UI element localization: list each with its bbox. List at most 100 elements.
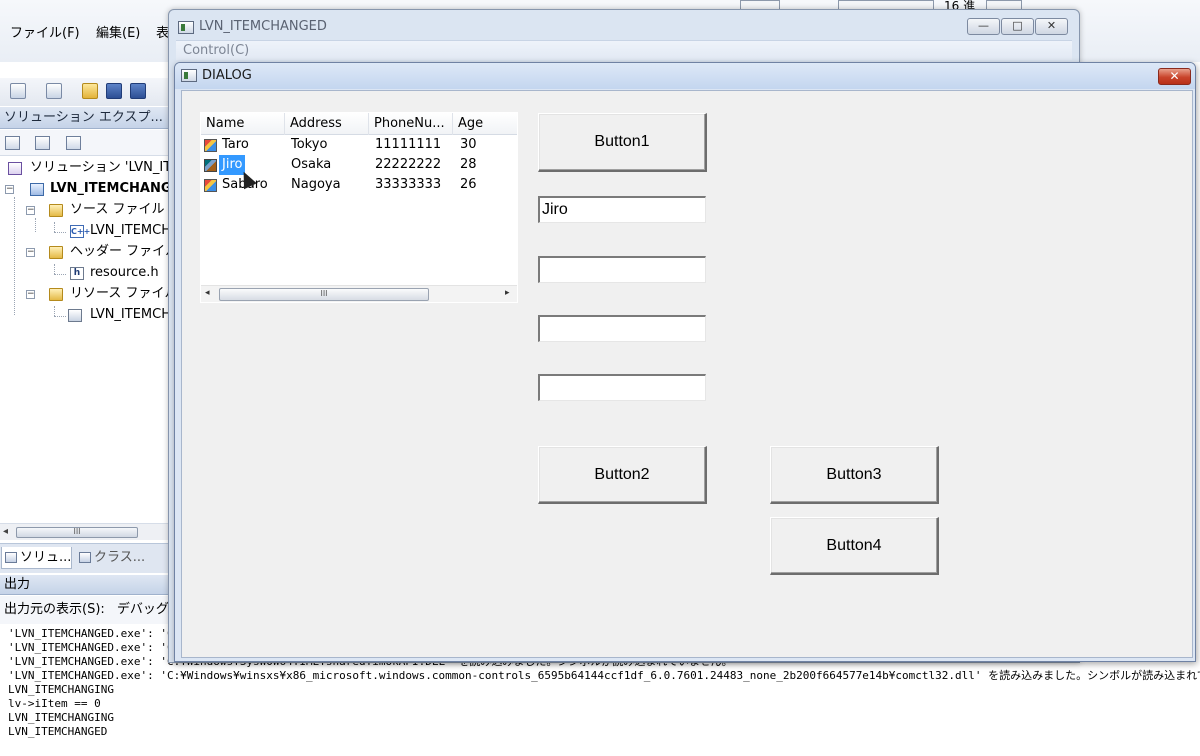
- solution-explorer-toolbar: [0, 130, 170, 156]
- scroll-left-arrow-icon[interactable]: ◂: [3, 526, 8, 537]
- cell-address: Tokyo: [291, 137, 328, 152]
- cell-phone: 11111111: [375, 137, 442, 152]
- list-item-icon: [204, 179, 217, 192]
- tree-connector: [35, 218, 36, 232]
- tree-item-source-files[interactable]: ソース ファイル: [70, 200, 164, 220]
- tree-item-project[interactable]: LVN_ITEMCHANG: [50, 179, 172, 199]
- add-item-icon[interactable]: [46, 83, 62, 99]
- collapse-icon[interactable]: −: [26, 290, 35, 299]
- button2[interactable]: Button2: [538, 446, 707, 504]
- collapse-icon[interactable]: −: [26, 248, 35, 257]
- maximize-button[interactable]: □: [1001, 18, 1034, 35]
- project-icon: [30, 183, 44, 196]
- solution-horizontal-scrollbar[interactable]: ◂ III: [0, 523, 170, 540]
- dialog-icon: [181, 69, 197, 82]
- dialog-title: DIALOG: [202, 68, 252, 83]
- tree-connector: [54, 222, 55, 232]
- tree-connector: [54, 232, 66, 233]
- dialog-titlebar[interactable]: [175, 63, 1195, 89]
- cell-age: 26: [460, 177, 477, 192]
- tab-label: クラス...: [94, 550, 146, 565]
- new-project-icon[interactable]: [10, 83, 26, 99]
- list-item-icon: [204, 159, 217, 172]
- tree-connector: [54, 264, 55, 274]
- scroll-left-arrow-icon[interactable]: ◂: [205, 288, 210, 298]
- output-source-select[interactable]: デバッグ: [117, 602, 169, 617]
- solution-explorer-header: ソリューション エクスプ...: [0, 107, 170, 129]
- output-line: 'LVN_ITEMCHANGED.exe': 'C:¥Windows¥winsx…: [8, 669, 1200, 682]
- app-window-title: LVN_ITEMCHANGED: [199, 19, 327, 34]
- menu-file[interactable]: ファイル(F): [10, 22, 80, 41]
- folder-icon: [49, 204, 63, 217]
- tree-connector: [54, 274, 66, 275]
- menu-edit[interactable]: 編集(E): [96, 22, 140, 41]
- folder-icon: [49, 288, 63, 301]
- tree-item-header-files[interactable]: ヘッダー ファイル: [70, 242, 178, 262]
- edit-age[interactable]: [538, 374, 706, 401]
- cell-address: Osaka: [291, 157, 332, 172]
- edit-name[interactable]: Jiro: [538, 196, 706, 223]
- app-window-icon: [178, 21, 194, 34]
- output-header: 出力: [0, 575, 170, 595]
- cell-address: Nagoya: [291, 177, 341, 192]
- open-folder-icon[interactable]: [82, 83, 98, 99]
- output-line: LVN_ITEMCHANGING: [8, 711, 114, 724]
- edit-address[interactable]: [538, 256, 706, 283]
- cell-age: 28: [460, 157, 477, 172]
- list-item-icon: [204, 139, 217, 152]
- button4[interactable]: Button4: [770, 517, 939, 575]
- view-code-icon[interactable]: [66, 136, 81, 150]
- folder-icon: [49, 246, 63, 259]
- save-all-icon[interactable]: [130, 83, 146, 99]
- resource-file-icon: [68, 309, 82, 322]
- tab-class-view[interactable]: クラス...: [76, 547, 150, 569]
- collapse-icon[interactable]: −: [26, 206, 35, 215]
- output-line: 'LVN_ITEMCHANGED.exe': 'C:: [8, 627, 181, 640]
- column-header-name[interactable]: Name: [201, 113, 285, 135]
- save-icon[interactable]: [106, 83, 122, 99]
- solution-icon: [8, 162, 22, 175]
- column-header-age[interactable]: Age: [453, 113, 517, 135]
- button1[interactable]: Button1: [538, 113, 707, 172]
- tree-item-resource-file[interactable]: LVN_ITEMCH: [90, 305, 171, 325]
- tree-item-source-file[interactable]: LVN_ITEMCH: [90, 221, 171, 241]
- cell-phone: 33333333: [375, 177, 442, 192]
- output-source-label: 出力元の表示(S):: [4, 602, 105, 617]
- column-header-address[interactable]: Address: [285, 113, 369, 135]
- solution-tab-icon: [5, 552, 17, 563]
- cpp-file-icon: C++: [70, 225, 91, 238]
- dialog-close-button[interactable]: ✕: [1158, 68, 1191, 85]
- tab-label: ソリュ...: [20, 550, 72, 565]
- output-line: 'LVN_ITEMCHANGED.exe': 'C:: [8, 641, 181, 654]
- cell-name[interactable]: Taro: [222, 135, 249, 155]
- cell-phone: 22222222: [375, 157, 442, 172]
- show-all-files-icon[interactable]: [35, 136, 50, 150]
- button3[interactable]: Button3: [770, 446, 939, 504]
- list-horizontal-scrollbar[interactable]: ◂ III ▸: [201, 285, 517, 302]
- scroll-right-arrow-icon[interactable]: ▸: [505, 288, 510, 298]
- close-button[interactable]: ✕: [1035, 18, 1068, 35]
- output-line: LVN_ITEMCHANGING: [8, 683, 114, 696]
- scroll-thumb[interactable]: III: [219, 288, 429, 301]
- output-line: LVN_ITEMCHANGED: [8, 725, 108, 738]
- collapse-icon[interactable]: −: [5, 185, 14, 194]
- app-menu-control[interactable]: Control(C): [176, 40, 1072, 60]
- tree-item-solution[interactable]: ソリューション 'LVN_IT: [30, 158, 171, 178]
- class-tab-icon: [79, 552, 91, 563]
- properties-icon[interactable]: [5, 136, 20, 150]
- tree-connector: [14, 197, 15, 315]
- output-line: lv->iItem == 0: [8, 697, 101, 710]
- minimize-button[interactable]: —: [967, 18, 1000, 35]
- vs-toolbar-right: [1080, 0, 1200, 62]
- edit-phone[interactable]: [538, 315, 706, 342]
- scroll-thumb[interactable]: III: [16, 527, 138, 538]
- tab-solution-explorer[interactable]: ソリュ...: [1, 547, 72, 569]
- tree-connector: [54, 306, 55, 316]
- header-file-icon: h: [70, 267, 84, 280]
- tree-connector: [54, 316, 66, 317]
- column-header-phone[interactable]: PhoneNu...: [369, 113, 453, 135]
- tree-item-resource-files[interactable]: リソース ファイル: [70, 284, 177, 304]
- cell-age: 30: [460, 137, 477, 152]
- output-toolbar: 出力元の表示(S): デバッグ: [0, 596, 170, 624]
- tree-item-header-file[interactable]: resource.h: [90, 263, 159, 283]
